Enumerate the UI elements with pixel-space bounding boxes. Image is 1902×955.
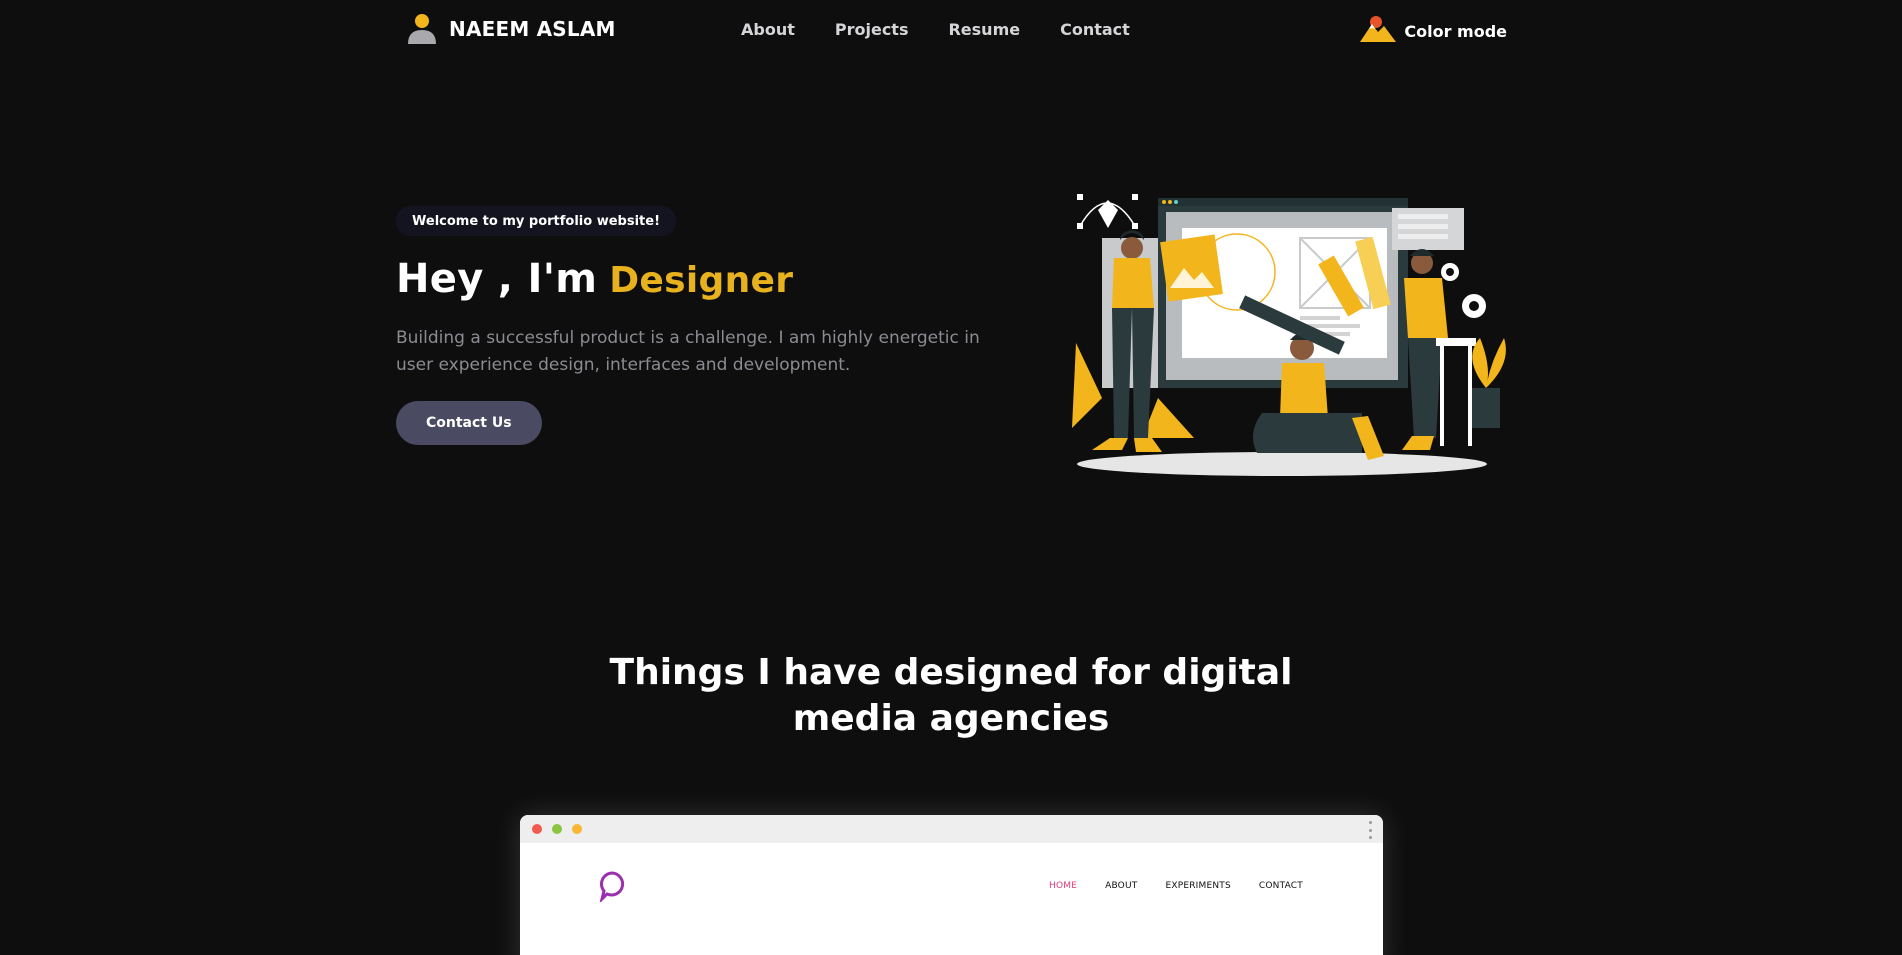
section-title-line2: media agencies [792, 698, 1110, 739]
mockup-nav-contact[interactable]: CONTACT [1259, 881, 1303, 891]
project-preview-window[interactable]: HOME ABOUT EXPERIMENTS CONTACT [520, 815, 1383, 955]
hero-title-role: Designer [609, 260, 794, 301]
color-mode-label: Color mode [1404, 21, 1507, 41]
minimize-dot-icon [572, 824, 582, 834]
hero-illustration [1062, 188, 1512, 478]
hero-title: Hey , I'm Designer [396, 255, 1016, 303]
main-nav: About Projects Resume Contact [741, 20, 1130, 39]
site-header: NAEEM ASLAM About Projects Resume Contac… [0, 0, 1902, 60]
hero-description: Building a successful product is a chall… [396, 328, 980, 375]
brand[interactable]: NAEEM ASLAM [405, 12, 616, 46]
mountain-sun-icon [1358, 14, 1398, 48]
contact-us-button[interactable]: Contact Us [396, 401, 542, 445]
nav-about[interactable]: About [741, 20, 795, 39]
maximize-dot-icon [552, 824, 562, 834]
color-mode-toggle[interactable]: Color mode [1358, 14, 1507, 48]
hero-title-prefix: Hey , I'm [396, 256, 598, 302]
nav-projects[interactable]: Projects [835, 20, 909, 39]
welcome-badge: Welcome to my portfolio website! [396, 206, 676, 236]
mockup-nav: HOME ABOUT EXPERIMENTS CONTACT [1049, 881, 1303, 891]
brand-name: NAEEM ASLAM [449, 17, 616, 41]
mockup-nav-about[interactable]: ABOUT [1105, 881, 1137, 891]
nav-contact[interactable]: Contact [1060, 20, 1130, 39]
projects-section-title: Things I have designed for digital media… [0, 650, 1902, 742]
hero-intro: Welcome to my portfolio website! Hey , I… [396, 206, 1016, 445]
close-dot-icon [532, 824, 542, 834]
section-title-line1: Things I have designed for digital [609, 652, 1293, 693]
user-avatar-icon [405, 12, 439, 46]
nav-resume[interactable]: Resume [948, 20, 1020, 39]
more-vertical-icon [1369, 821, 1373, 839]
browser-titlebar [520, 815, 1383, 843]
mockup-nav-home[interactable]: HOME [1049, 881, 1077, 891]
mockup-nav-experiments[interactable]: EXPERIMENTS [1165, 881, 1230, 891]
speech-bubble-logo-icon [598, 870, 626, 906]
